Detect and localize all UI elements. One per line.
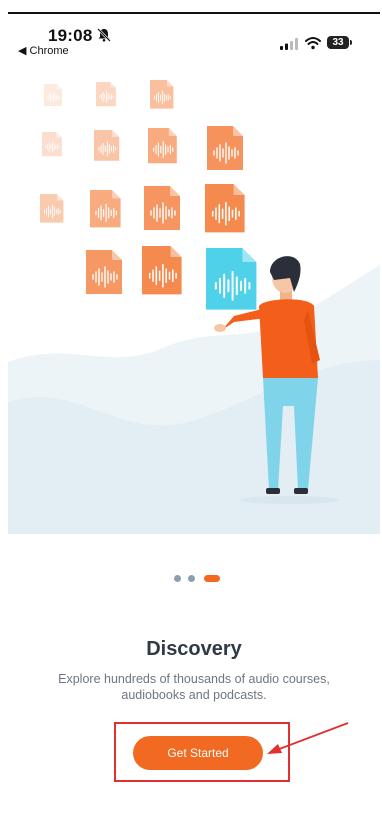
pagination-dots — [174, 574, 234, 584]
audio-file-icon — [89, 189, 122, 228]
status-time: 19:08 — [48, 26, 93, 45]
audio-file-icon — [143, 185, 181, 231]
page-dot[interactable] — [188, 575, 195, 582]
audio-file-icon — [95, 81, 117, 107]
discovery-illustration — [8, 79, 380, 534]
audio-file-icon — [39, 193, 64, 224]
page-title: Discovery — [146, 638, 242, 660]
audio-file-icon — [41, 131, 63, 157]
cell-signal-icon — [280, 38, 298, 50]
annotation-arrow-icon — [267, 722, 349, 754]
audio-file-icon — [93, 129, 120, 162]
page-dot-active[interactable] — [204, 575, 220, 582]
audio-file-icon — [141, 245, 183, 296]
highlighted-audio-file-icon — [205, 247, 258, 311]
back-label: Chrome — [29, 45, 69, 57]
audio-file-icon — [85, 249, 123, 295]
status-bar: 19:08 ◀ Chrome 33 — [8, 14, 380, 60]
battery-level: 33 — [327, 36, 349, 49]
audio-file-icon — [147, 127, 178, 164]
back-arrow-icon: ◀ — [18, 45, 30, 57]
page-description: Explore hundreds of thousands of audio c… — [58, 672, 330, 702]
wifi-icon — [305, 37, 321, 50]
audio-file-icon — [206, 125, 244, 171]
audio-file-icon — [204, 183, 246, 234]
bell-slash-icon — [97, 28, 111, 42]
phone-screen: 19:08 ◀ Chrome 33 Discovery Explore hund… — [8, 14, 380, 818]
battery-icon: 33 — [327, 36, 353, 50]
audio-file-icon — [43, 83, 63, 107]
back-to-chrome[interactable]: ◀ Chrome — [18, 44, 69, 57]
audio-file-icon — [149, 79, 174, 110]
page-dot[interactable] — [174, 575, 181, 582]
